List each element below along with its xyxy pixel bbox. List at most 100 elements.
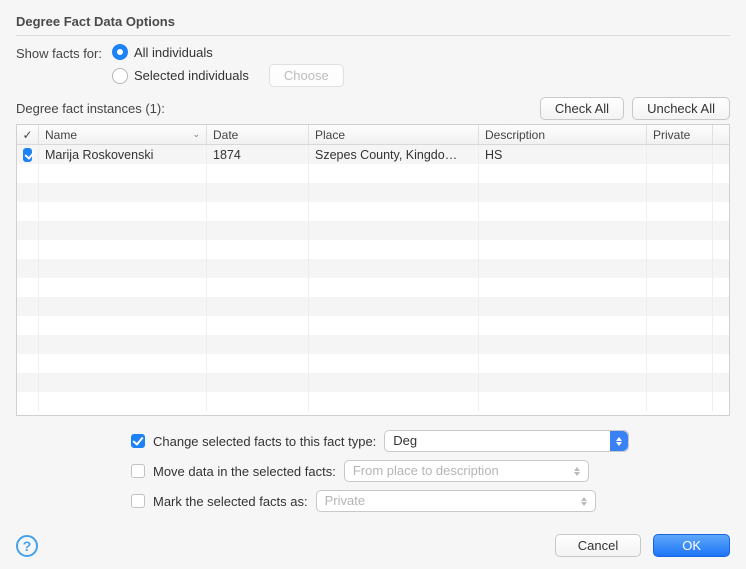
cell xyxy=(17,354,39,373)
cell xyxy=(17,202,39,221)
cell xyxy=(713,335,729,354)
cell xyxy=(479,335,647,354)
table-row xyxy=(17,240,729,259)
cancel-button[interactable]: Cancel xyxy=(555,534,641,557)
radio-selected-individuals[interactable] xyxy=(112,68,128,84)
cell xyxy=(207,335,309,354)
cell xyxy=(39,297,207,316)
cell xyxy=(309,373,479,392)
cell xyxy=(479,316,647,335)
cell xyxy=(17,240,39,259)
uncheck-all-button[interactable]: Uncheck All xyxy=(632,97,730,120)
table-row[interactable]: Marija Roskovenski1874Szepes County, Kin… xyxy=(17,145,729,164)
select-fact-type[interactable]: Deg xyxy=(384,430,629,452)
cell xyxy=(479,164,647,183)
cell xyxy=(713,221,729,240)
cell xyxy=(713,316,729,335)
cell xyxy=(39,278,207,297)
check-change-fact-type[interactable] xyxy=(131,434,145,448)
select-mark-as-value: Private xyxy=(325,493,365,508)
instances-label: Degree fact instances (1): xyxy=(16,101,165,116)
help-button[interactable]: ? xyxy=(16,535,38,557)
cell xyxy=(17,373,39,392)
cell xyxy=(39,259,207,278)
cell xyxy=(207,316,309,335)
label-mark-as: Mark the selected facts as: xyxy=(153,494,308,509)
col-private[interactable]: Private xyxy=(647,125,713,144)
cell xyxy=(17,145,39,164)
cell xyxy=(17,278,39,297)
cell xyxy=(17,316,39,335)
cell xyxy=(713,373,729,392)
cell xyxy=(479,240,647,259)
cell xyxy=(713,278,729,297)
cell xyxy=(647,297,713,316)
radio-all-individuals[interactable] xyxy=(112,44,128,60)
cell xyxy=(479,259,647,278)
cell xyxy=(647,335,713,354)
updown-icon xyxy=(610,431,628,451)
cell xyxy=(479,202,647,221)
cell xyxy=(647,145,713,164)
cell xyxy=(207,240,309,259)
cell xyxy=(309,297,479,316)
cell xyxy=(713,202,729,221)
cell xyxy=(647,164,713,183)
updown-icon xyxy=(571,461,583,481)
ok-button[interactable]: OK xyxy=(653,534,730,557)
cell xyxy=(39,164,207,183)
radio-all-label: All individuals xyxy=(134,45,213,60)
col-place[interactable]: Place xyxy=(309,125,479,144)
cell xyxy=(309,316,479,335)
cell xyxy=(713,354,729,373)
table-row xyxy=(17,373,729,392)
cell xyxy=(309,202,479,221)
table-row xyxy=(17,392,729,411)
cell xyxy=(647,202,713,221)
cell: Marija Roskovenski xyxy=(39,145,207,164)
cell xyxy=(479,392,647,411)
chevron-down-icon: ⌄ xyxy=(192,129,200,140)
cell xyxy=(713,183,729,202)
cell xyxy=(39,354,207,373)
cell: HS xyxy=(479,145,647,164)
cell xyxy=(17,221,39,240)
cell xyxy=(39,392,207,411)
cell xyxy=(207,183,309,202)
check-all-button[interactable]: Check All xyxy=(540,97,624,120)
table-row xyxy=(17,183,729,202)
cell xyxy=(479,221,647,240)
table-row xyxy=(17,316,729,335)
cell xyxy=(647,373,713,392)
cell xyxy=(39,373,207,392)
select-move-data[interactable]: From place to description xyxy=(344,460,589,482)
show-facts-label: Show facts for: xyxy=(16,44,102,61)
check-move-data[interactable] xyxy=(131,464,145,478)
select-mark-as[interactable]: Private xyxy=(316,490,596,512)
cell xyxy=(309,278,479,297)
choose-button: Choose xyxy=(269,64,344,87)
table-row xyxy=(17,202,729,221)
check-mark-as[interactable] xyxy=(131,494,145,508)
cell xyxy=(647,316,713,335)
cell xyxy=(39,240,207,259)
cell xyxy=(713,297,729,316)
cell xyxy=(479,373,647,392)
cell: Szepes County, Kingdo… xyxy=(309,145,479,164)
col-description[interactable]: Description xyxy=(479,125,647,144)
cell xyxy=(647,278,713,297)
cell xyxy=(309,183,479,202)
cell xyxy=(713,145,729,164)
cell xyxy=(39,221,207,240)
col-date[interactable]: Date xyxy=(207,125,309,144)
row-check[interactable] xyxy=(23,148,32,162)
col-name[interactable]: Name⌄ xyxy=(39,125,207,144)
col-end xyxy=(713,125,729,144)
cell xyxy=(309,392,479,411)
cell xyxy=(207,354,309,373)
cell xyxy=(713,259,729,278)
cell xyxy=(479,278,647,297)
table-row xyxy=(17,335,729,354)
cell xyxy=(647,259,713,278)
col-check[interactable]: ✓ xyxy=(17,125,39,144)
